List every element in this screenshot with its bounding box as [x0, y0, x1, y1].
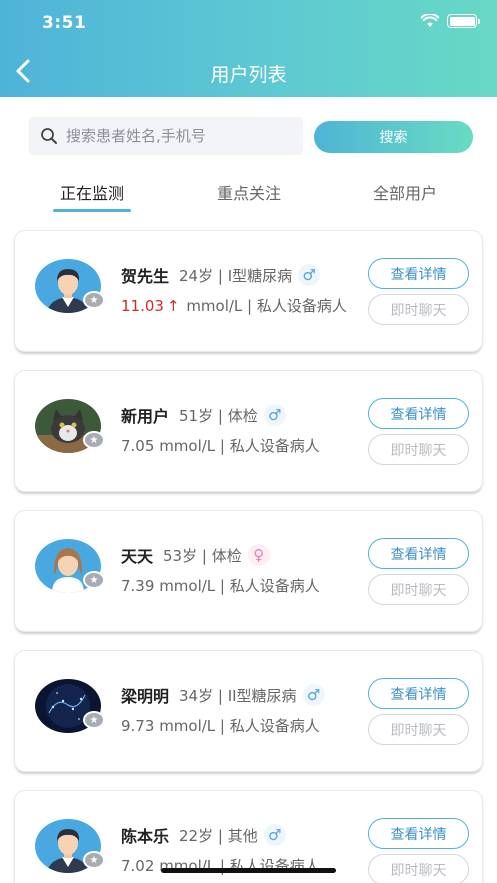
user-info-line: 天天 53岁 | 体检 ♀: [121, 543, 270, 567]
male-icon: ♂: [302, 684, 325, 706]
male-icon: ♂: [263, 404, 286, 426]
view-details-button[interactable]: 查看详情: [368, 398, 469, 429]
arrow-up-icon: ↑: [166, 297, 180, 315]
app-header: 3:51 用户列表: [0, 0, 497, 97]
page-title: 用户列表: [210, 64, 287, 86]
user-card[interactable]: ★ 天天 53岁 | 体检 ♀ 7.39 mmol/L | 私人设备病人 查看详…: [14, 510, 483, 632]
female-icon: ♀: [247, 544, 270, 566]
user-meta: 51岁 | 体检: [179, 406, 258, 425]
view-details-button[interactable]: 查看详情: [368, 538, 469, 569]
user-name: 新用户: [121, 407, 170, 426]
view-details-button[interactable]: 查看详情: [368, 818, 469, 849]
glucose-value: 7.05: [121, 437, 155, 455]
search-input[interactable]: [66, 127, 286, 145]
battery-icon: [447, 14, 480, 28]
avatar: ★: [35, 819, 105, 875]
star-icon[interactable]: ★: [83, 291, 105, 309]
instant-chat-button[interactable]: 即时聊天: [368, 574, 469, 605]
user-meta: 34岁 | II型糖尿病: [179, 686, 297, 705]
glucose-line: 7.05 mmol/L | 私人设备病人: [121, 435, 320, 456]
avatar: ★: [35, 259, 105, 315]
glucose-unit-info: mmol/L | 私人设备病人: [159, 437, 320, 455]
glucose-line: 9.73 mmol/L | 私人设备病人: [121, 715, 320, 736]
user-info-line: 陈本乐 22岁 | 其他 ♂: [121, 823, 286, 847]
user-info-line: 贺先生 24岁 | I型糖尿病 ♂: [121, 263, 321, 287]
glucose-line: 7.39 mmol/L | 私人设备病人: [121, 575, 320, 596]
view-details-button[interactable]: 查看详情: [368, 678, 469, 709]
home-indicator[interactable]: [161, 868, 336, 873]
tab-indicator: [53, 209, 131, 212]
search-bar[interactable]: [29, 117, 303, 155]
user-card[interactable]: ★ 贺先生 24岁 | I型糖尿病 ♂ 11.03 ↑ mmol/L | 私人设备…: [14, 230, 483, 352]
star-icon[interactable]: ★: [83, 571, 105, 589]
user-info-line: 梁明明 34岁 | II型糖尿病 ♂: [121, 683, 325, 707]
glucose-unit-info: mmol/L | 私人设备病人: [159, 577, 320, 595]
glucose-line: 11.03 ↑ mmol/L | 私人设备病人: [121, 295, 347, 316]
male-icon: ♂: [263, 824, 286, 846]
search-button[interactable]: 搜索: [314, 121, 473, 153]
instant-chat-button[interactable]: 即时聊天: [368, 294, 469, 325]
user-name: 梁明明: [121, 687, 170, 706]
instant-chat-button[interactable]: 即时聊天: [368, 714, 469, 745]
tab-monitoring[interactable]: 正在监测: [53, 180, 131, 204]
glucose-unit-info: mmol/L | 私人设备病人: [159, 717, 320, 735]
search-icon: [41, 128, 57, 144]
star-icon[interactable]: ★: [83, 711, 105, 729]
glucose-unit-info: mmol/L | 私人设备病人: [186, 297, 347, 315]
male-icon: ♂: [298, 264, 321, 286]
tab-all-users[interactable]: 全部用户: [366, 180, 444, 204]
avatar: ★: [35, 539, 105, 595]
tab-key-focus[interactable]: 重点关注: [210, 180, 288, 204]
instant-chat-button[interactable]: 即时聊天: [368, 854, 469, 883]
user-name: 贺先生: [121, 267, 170, 286]
avatar: ★: [35, 679, 105, 735]
user-meta: 53岁 | 体检: [163, 546, 242, 565]
wifi-icon: [421, 14, 439, 27]
glucose-value: 7.02: [121, 857, 155, 875]
status-icons: [421, 14, 480, 28]
user-meta: 24岁 | I型糖尿病: [179, 266, 293, 285]
user-info-line: 新用户 51岁 | 体检 ♂: [121, 403, 286, 427]
star-icon[interactable]: ★: [83, 851, 105, 869]
status-time: 3:51: [42, 13, 87, 33]
glucose-value: 9.73: [121, 717, 155, 735]
avatar: ★: [35, 399, 105, 455]
glucose-value: 7.39: [121, 577, 155, 595]
user-name: 天天: [121, 547, 154, 566]
main-content: 搜索 正在监测 重点关注 全部用户 ★ 贺先生 24岁 | I型糖尿病 ♂: [0, 97, 497, 883]
star-icon[interactable]: ★: [83, 431, 105, 449]
user-card[interactable]: ★ 新用户 51岁 | 体检 ♂ 7.05 mmol/L | 私人设备病人 查看…: [14, 370, 483, 492]
user-card[interactable]: ★ 梁明明 34岁 | II型糖尿病 ♂ 9.73 mmol/L | 私人设备病…: [14, 650, 483, 772]
view-details-button[interactable]: 查看详情: [368, 258, 469, 289]
user-name: 陈本乐: [121, 827, 170, 846]
glucose-value: 11.03: [121, 297, 164, 315]
user-meta: 22岁 | 其他: [179, 826, 258, 845]
instant-chat-button[interactable]: 即时聊天: [368, 434, 469, 465]
